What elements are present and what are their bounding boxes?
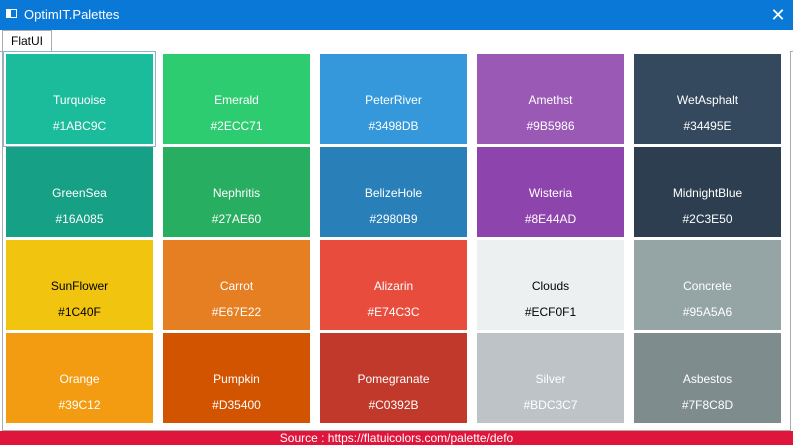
color-swatch-wisteria[interactable]: Wisteria #8E44AD [477, 147, 624, 237]
palette-panel: Turquoise #1ABC9C Emerald #2ECC71 PeterRiver… [2, 51, 791, 431]
color-swatch-greensea[interactable]: GreenSea #16A085 [6, 147, 153, 237]
swatch-hex: #BDC3C7 [523, 398, 578, 412]
swatch-name: Amethst [528, 93, 573, 107]
color-swatch-orange[interactable]: Orange #39C12 [6, 333, 153, 423]
color-swatch-silver[interactable]: Silver #BDC3C7 [477, 333, 624, 423]
swatch-name: Concrete [683, 279, 732, 293]
swatch-hex: #95A5A6 [682, 305, 733, 319]
swatch-name: Asbestos [682, 372, 733, 386]
swatch-name: WetAsphalt [676, 93, 739, 107]
swatch-name: Emerald [214, 93, 259, 107]
color-swatch-nephritis[interactable]: Nephritis #27AE60 [163, 147, 310, 237]
source-footer: Source : https://flatuicolors.com/palett… [0, 431, 793, 445]
color-swatch-turquoise[interactable]: Turquoise #1ABC9C [3, 51, 156, 147]
swatch-name: GreenSea [52, 186, 107, 200]
swatch-name: Wisteria [528, 186, 573, 200]
swatch-hex: #2ECC71 [210, 119, 263, 133]
swatch-hex: #1ABC9C [52, 119, 107, 133]
color-swatch-belizehole[interactable]: BelizeHole #2980B9 [320, 147, 467, 237]
swatch-name: Carrot [219, 279, 254, 293]
color-swatch-peterriver[interactable]: PeterRiver #3498DB [320, 54, 467, 144]
swatch-hex: #27AE60 [211, 212, 262, 226]
title-bar: OptimIT.Palettes ✕ [0, 0, 793, 30]
swatch-name: PeterRiver [365, 93, 422, 107]
color-swatch-emerald[interactable]: Emerald #2ECC71 [163, 54, 310, 144]
color-swatch-pomegranate[interactable]: Pomegranate #C0392B [320, 333, 467, 423]
color-swatch-carrot[interactable]: Carrot #E67E22 [163, 240, 310, 330]
palette-grid: Turquoise #1ABC9C Emerald #2ECC71 PeterRiver… [3, 51, 781, 423]
tab-strip: FlatUI [0, 30, 793, 52]
swatch-name: SunFlower [50, 279, 109, 293]
color-swatch-sunflower[interactable]: SunFlower #1C40F [6, 240, 153, 330]
swatch-name: BelizeHole [364, 186, 423, 200]
swatch-name: Pumpkin [213, 372, 260, 386]
tab-flatui[interactable]: FlatUI [2, 30, 53, 52]
swatch-hex: #8E44AD [524, 212, 577, 226]
color-swatch-alizarin[interactable]: Alizarin #E74C3C [320, 240, 467, 330]
swatch-name: Orange [59, 372, 100, 386]
color-swatch-midnightblue[interactable]: MidnightBlue #2C3E50 [634, 147, 781, 237]
swatch-hex: #39C12 [58, 398, 101, 412]
swatch-name: Nephritis [212, 186, 261, 200]
swatch-name: MidnightBlue [672, 186, 743, 200]
color-swatch-clouds[interactable]: Clouds #ECF0F1 [477, 240, 624, 330]
color-swatch-concrete[interactable]: Concrete #95A5A6 [634, 240, 781, 330]
color-swatch-wetasphalt[interactable]: WetAsphalt #34495E [634, 54, 781, 144]
swatch-name: Alizarin [373, 279, 414, 293]
close-button[interactable]: ✕ [763, 0, 793, 30]
swatch-hex: #3498DB [368, 119, 419, 133]
swatch-hex: #9B5986 [526, 119, 575, 133]
swatch-hex: #16A085 [55, 212, 104, 226]
window-title: OptimIT.Palettes [24, 7, 120, 22]
swatch-name: Pomegranate [357, 372, 430, 386]
swatch-hex: #ECF0F1 [524, 305, 577, 319]
window-app-icon [6, 9, 17, 18]
swatch-hex: #E74C3C [367, 305, 420, 319]
swatch-hex: #2980B9 [369, 212, 418, 226]
swatch-name: Clouds [531, 279, 570, 293]
color-swatch-asbestos[interactable]: Asbestos #7F8C8D [634, 333, 781, 423]
swatch-name: Silver [535, 372, 566, 386]
swatch-hex: #7F8C8D [681, 398, 734, 412]
swatch-name: Turquoise [53, 93, 106, 107]
swatch-hex: #1C40F [58, 305, 101, 319]
swatch-hex: #2C3E50 [682, 212, 733, 226]
swatch-hex: #C0392B [368, 398, 419, 412]
color-swatch-pumpkin[interactable]: Pumpkin #D35400 [163, 333, 310, 423]
swatch-hex: #D35400 [212, 398, 261, 412]
color-swatch-amethst[interactable]: Amethst #9B5986 [477, 54, 624, 144]
swatch-hex: #34495E [683, 119, 732, 133]
swatch-hex: #E67E22 [211, 305, 262, 319]
